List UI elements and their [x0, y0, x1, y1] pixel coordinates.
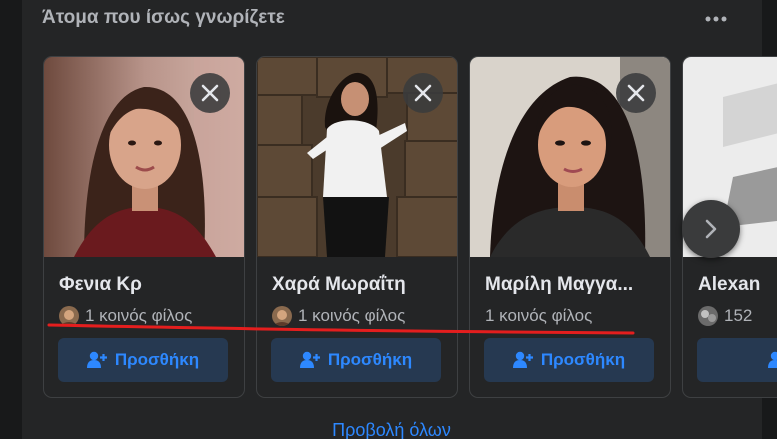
scroll-next-button[interactable] — [682, 200, 740, 258]
dismiss-button[interactable] — [403, 73, 443, 113]
profile-photo[interactable] — [470, 57, 670, 257]
close-icon — [201, 84, 219, 102]
suggestion-card: Μαρίλη Μαγγα... 1 κοινός φίλος Προσθήκη — [469, 56, 671, 398]
chevron-right-icon — [705, 219, 717, 239]
annotation-underline — [47, 323, 635, 335]
see-all-link[interactable]: Προβολή όλων — [332, 420, 451, 439]
person-name[interactable]: Χαρά Μωραΐτη — [272, 274, 406, 296]
add-friend-button[interactable] — [697, 338, 777, 382]
dismiss-button[interactable] — [190, 73, 230, 113]
add-friend-label: Προσθήκη — [327, 350, 413, 369]
mutual-friend-avatar — [698, 306, 718, 326]
suggestion-card: Χαρά Μωραΐτη 1 κοινός φίλος Προσθήκη — [256, 56, 458, 398]
add-friend-button[interactable]: Προσθήκη — [58, 338, 228, 382]
section-title: Άτομα που ίσως γνωρίζετε — [42, 7, 285, 28]
close-icon — [414, 84, 432, 102]
more-horizontal-icon — [705, 16, 727, 22]
person-name[interactable]: Φενια Κρ — [59, 274, 142, 296]
page: Άτομα που ίσως γνωρίζετε Φενια Κρ 1 κοιν… — [0, 0, 777, 439]
dismiss-button[interactable] — [616, 73, 656, 113]
add-friend-button[interactable]: Προσθήκη — [271, 338, 441, 382]
person-name[interactable]: Μαρίλη Μαγγα... — [485, 274, 633, 296]
add-friend-icon — [86, 351, 107, 369]
person-name[interactable]: Alexan — [698, 274, 760, 296]
suggestion-card: Φενια Κρ 1 κοινός φίλος Προσθήκη — [43, 56, 245, 398]
add-friend-icon — [512, 351, 533, 369]
profile-photo[interactable] — [44, 57, 244, 257]
add-friend-icon — [299, 351, 320, 369]
more-options-button[interactable] — [696, 4, 736, 34]
add-friend-icon — [768, 351, 777, 369]
add-friend-label: Προσθήκη — [114, 350, 200, 369]
add-friend-button[interactable]: Προσθήκη — [484, 338, 654, 382]
add-friend-label: Προσθήκη — [540, 350, 626, 369]
mutual-friends[interactable]: 152 — [698, 306, 752, 326]
close-icon — [627, 84, 645, 102]
mutual-friends-label: 152 — [724, 306, 753, 325]
profile-photo[interactable] — [257, 57, 457, 257]
see-all-link-container: Προβολή όλων — [0, 420, 777, 439]
